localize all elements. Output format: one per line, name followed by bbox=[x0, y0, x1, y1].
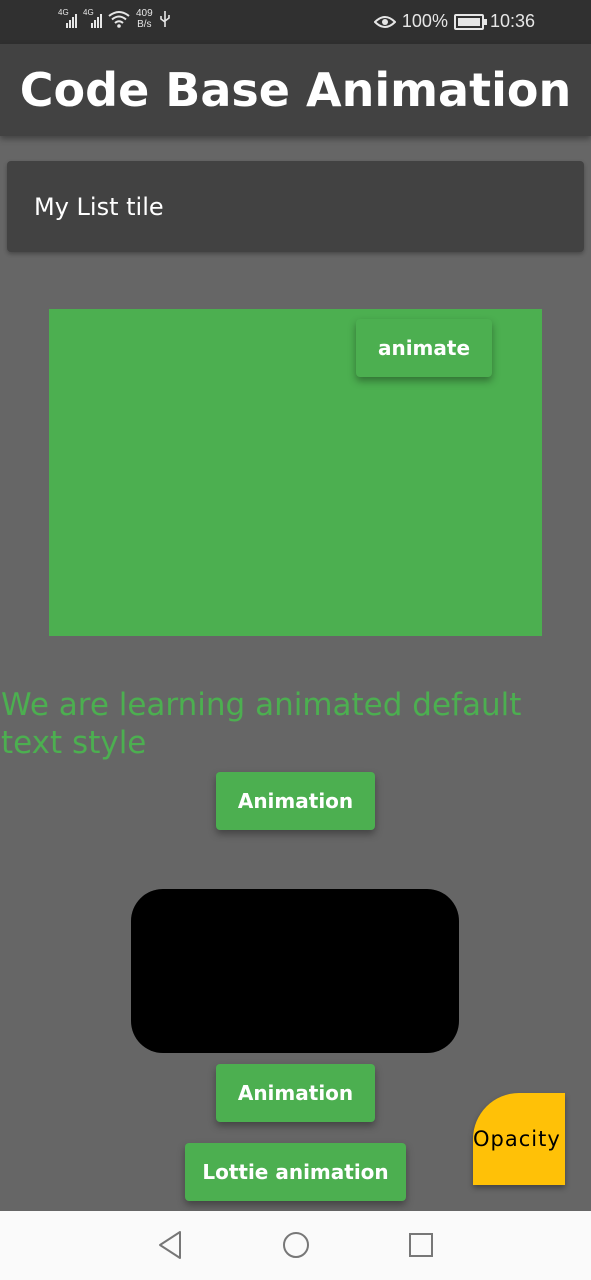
clock: 10:36 bbox=[489, 11, 535, 31]
network-speed: 409 B/s bbox=[136, 8, 153, 30]
navigation-bar bbox=[0, 1211, 591, 1280]
list-tile[interactable]: My List tile bbox=[7, 161, 584, 252]
battery-icon bbox=[453, 13, 487, 30]
battery-percent: 100% bbox=[401, 11, 448, 31]
speed-unit: B/s bbox=[137, 19, 152, 30]
home-icon[interactable] bbox=[281, 1229, 311, 1261]
network-type-label-2: 4G bbox=[83, 8, 94, 17]
animation-button-1[interactable]: Animation bbox=[216, 772, 375, 830]
app-title: Code Base Animation bbox=[19, 63, 572, 117]
animated-default-text: We are learning animated default text st… bbox=[1, 687, 522, 761]
status-bar: 4G 4G 409 B/s 100% 10:36 bbox=[0, 0, 591, 44]
wifi-icon bbox=[108, 11, 130, 28]
recents-icon[interactable] bbox=[407, 1229, 435, 1261]
opacity-button[interactable]: Opacity bbox=[473, 1093, 565, 1185]
animate-button[interactable]: animate bbox=[356, 319, 492, 377]
list-tile-title: My List tile bbox=[34, 193, 164, 221]
back-icon[interactable] bbox=[156, 1229, 184, 1261]
cell-signal-icon-2: 4G bbox=[83, 8, 102, 28]
eye-comfort-icon bbox=[373, 15, 396, 28]
usb-icon bbox=[159, 11, 170, 27]
animated-shape bbox=[131, 889, 459, 1053]
app-bar: Code Base Animation bbox=[0, 44, 591, 136]
cell-signal-icon: 4G bbox=[58, 8, 77, 28]
opacity-label: Opacity bbox=[473, 1127, 561, 1151]
animation-button-2[interactable]: Animation bbox=[216, 1064, 375, 1122]
lottie-animation-button[interactable]: Lottie animation bbox=[185, 1143, 406, 1201]
speed-value: 409 bbox=[136, 8, 153, 19]
network-type-label: 4G bbox=[58, 8, 69, 17]
